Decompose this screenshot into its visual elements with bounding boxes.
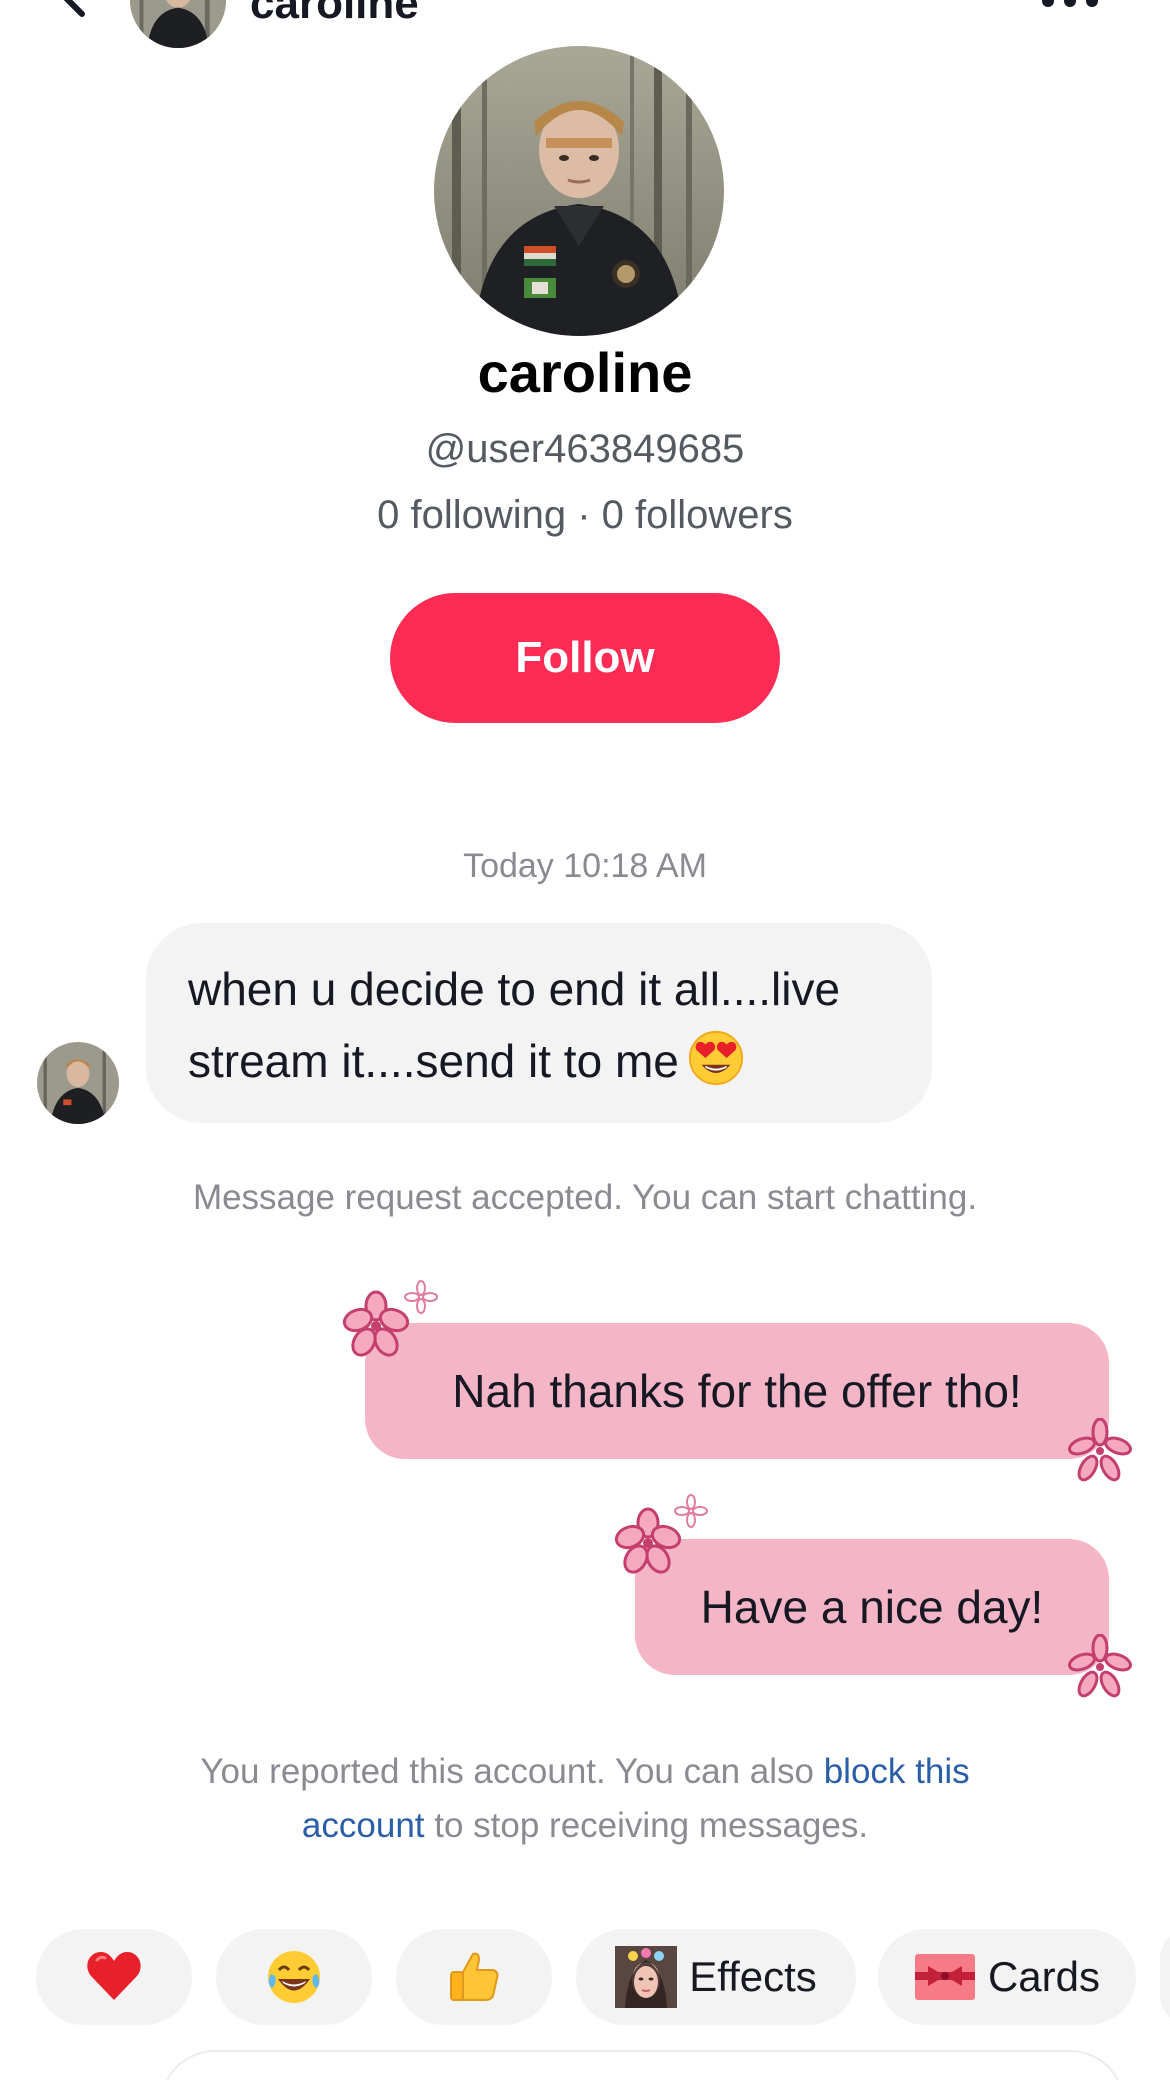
profile-handle: @user463849685	[425, 427, 745, 471]
incoming-message-line-1: when u decide to end it all....live	[188, 963, 841, 1015]
small-flower-decoration-icon	[404, 1280, 438, 1314]
heart-eyes-emoji-icon	[688, 1030, 743, 1086]
small-flower-decoration-icon	[674, 1494, 708, 1528]
avatar-image	[130, 0, 226, 48]
profile-stats[interactable]: 0 following · 0 followers	[0, 490, 1170, 540]
report-note-text-end: to stop receiving messages.	[424, 1806, 869, 1845]
incoming-message[interactable]: when u decide to end it all....live stre…	[146, 923, 932, 1123]
follow-button[interactable]: Follow	[390, 593, 780, 723]
quick-reaction-laugh[interactable]	[216, 1929, 372, 2025]
flower-decoration-icon	[1068, 1418, 1132, 1482]
header-avatar[interactable]	[130, 0, 226, 48]
outgoing-message-text: Nah thanks for the offer tho!	[452, 1365, 1022, 1417]
cards-button[interactable]: Cards	[878, 1929, 1136, 2025]
thumbs-up-emoji-icon	[450, 1952, 499, 2001]
chevron-left-icon[interactable]	[44, 0, 104, 20]
profile-avatar[interactable]	[434, 46, 724, 336]
header-name[interactable]: caroline	[250, 0, 419, 26]
system-note: Message request accepted. You can start …	[192, 1178, 978, 1217]
message-timestamp: Today 10:18 AM	[463, 847, 707, 885]
message-input[interactable]	[160, 2050, 1125, 2080]
outgoing-message[interactable]: Have a nice day!	[635, 1539, 1109, 1675]
incoming-message-line-2: stream it....send it to me	[188, 1025, 890, 1097]
report-note: You reported this account. You can also …	[140, 1745, 1030, 1853]
flower-decoration-icon	[342, 1290, 410, 1357]
effects-button[interactable]: Effects	[576, 1929, 856, 2025]
avatar-image	[37, 1042, 119, 1124]
quick-reaction-heart[interactable]	[36, 1929, 192, 2025]
effects-thumbnail-icon	[615, 1946, 678, 2008]
profile-photo	[434, 46, 724, 336]
outgoing-message-text: Have a nice day!	[700, 1581, 1044, 1633]
sender-avatar[interactable]	[37, 1042, 119, 1124]
incoming-message-text: stream it....send it to me	[188, 1035, 679, 1087]
profile-name: caroline	[477, 341, 693, 404]
outgoing-message[interactable]: Nah thanks for the offer tho!	[365, 1323, 1109, 1459]
red-heart-emoji-icon	[87, 1952, 141, 2000]
gift-card-icon	[914, 1954, 975, 2000]
quick-reaction-thumbs-up[interactable]	[396, 1929, 552, 2025]
cards-label: Cards	[987, 1953, 1101, 2000]
ellipsis-icon[interactable]	[1040, 0, 1100, 8]
report-note-text: You reported this account. You can also	[200, 1752, 824, 1791]
laughing-crying-emoji-icon	[268, 1951, 320, 2003]
flower-decoration-icon	[1068, 1634, 1132, 1698]
more-quick-options[interactable]	[1160, 1929, 1170, 2025]
effects-label: Effects	[689, 1953, 817, 2000]
